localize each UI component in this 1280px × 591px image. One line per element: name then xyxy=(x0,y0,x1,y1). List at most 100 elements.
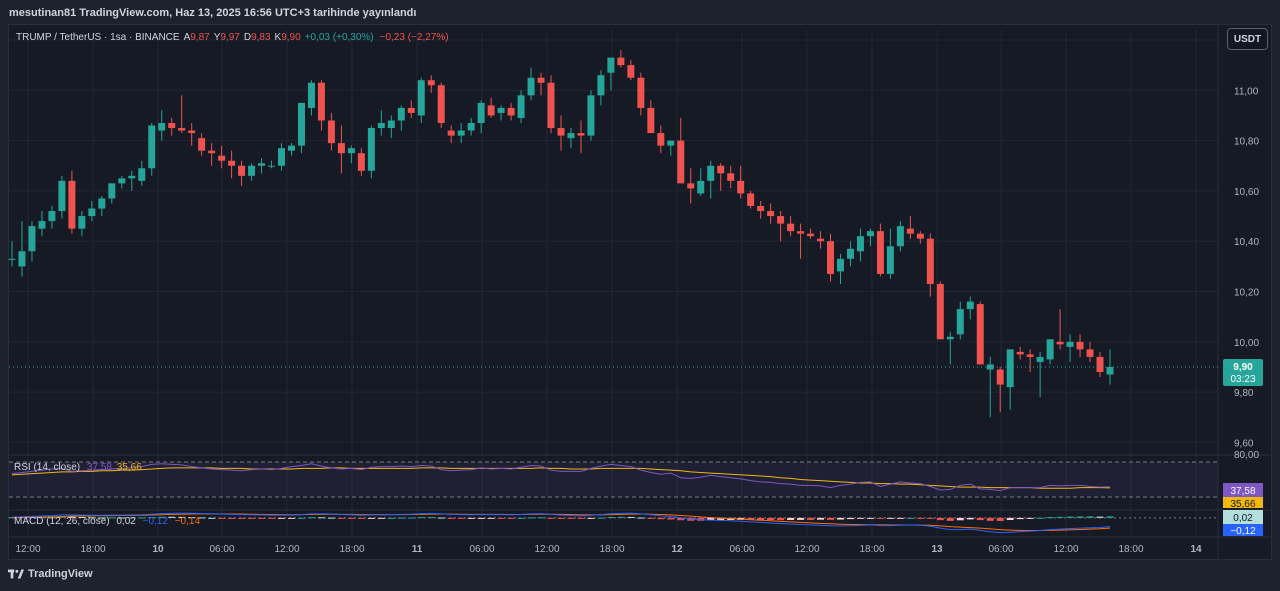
symbol-legend: TRUMP / TetherUS · 1sa · BINANCE A 9,87 Y… xyxy=(16,32,449,43)
macd-value-tag-text: 0,02 xyxy=(1233,513,1253,524)
candle-body xyxy=(836,258,844,272)
price-tick-label: 10,80 xyxy=(1234,137,1259,148)
macd-histogram-bar xyxy=(637,517,645,519)
rsi-band xyxy=(9,462,1218,497)
candle-body xyxy=(128,175,136,179)
macd-histogram-bar xyxy=(906,517,914,519)
macd-histogram-bar xyxy=(567,517,575,519)
candle-body xyxy=(687,183,695,189)
rsi-axis-label: 80,00 xyxy=(1234,450,1259,461)
macd-histogram-bar xyxy=(577,517,585,519)
macd-histogram-bar xyxy=(836,517,844,520)
macd-histogram-bar xyxy=(926,517,934,519)
candle-body xyxy=(916,233,924,239)
time-tick-label: 18:00 xyxy=(599,544,624,555)
candle-body xyxy=(258,163,266,166)
candlestick-chart[interactable]: 11,2011,0010,8010,6010,4010,2010,009,809… xyxy=(0,0,1280,591)
macd-histogram-bar xyxy=(367,517,375,519)
macd-histogram-bar xyxy=(1016,517,1024,520)
time-tick-label: 12:00 xyxy=(15,544,40,555)
close-value: 9,90 xyxy=(281,32,301,43)
time-tick-label: 18:00 xyxy=(859,544,884,555)
candle-body xyxy=(846,248,854,259)
close-key: K xyxy=(274,32,282,43)
candle-body xyxy=(777,216,785,224)
macd-histogram-bar xyxy=(238,517,246,519)
candle-body xyxy=(547,82,555,129)
candle-body xyxy=(228,160,236,166)
macd-histogram-bar xyxy=(387,517,395,519)
candle-body xyxy=(287,145,295,151)
candle-body xyxy=(697,180,705,194)
candle-body xyxy=(1106,366,1114,375)
price-tick-label: 10,40 xyxy=(1234,237,1259,248)
time-tick-label: 12:00 xyxy=(1053,544,1078,555)
macd-histogram-bar xyxy=(1076,516,1084,518)
candle-body xyxy=(357,153,365,171)
macd-histogram-bar xyxy=(218,517,226,519)
macd-histogram-bar xyxy=(517,517,525,519)
candle-body xyxy=(1066,341,1074,347)
macd-histogram-bar xyxy=(547,517,555,519)
candle-body xyxy=(607,57,615,73)
candle-body xyxy=(737,180,745,194)
candle-body xyxy=(557,128,565,136)
macd-histogram-bar xyxy=(397,517,405,519)
candle-body xyxy=(278,148,286,166)
candle-body xyxy=(48,211,56,222)
candle-body xyxy=(427,80,435,86)
macd-histogram-bar xyxy=(228,517,236,519)
macd-histogram-bar xyxy=(487,517,495,519)
candle-body xyxy=(797,231,805,234)
macd-histogram-bar xyxy=(317,517,325,519)
price-tick-label: 10,00 xyxy=(1234,338,1259,349)
macd-histogram-bar xyxy=(936,517,944,521)
price-tick-label: 10,60 xyxy=(1234,187,1259,198)
candle-body xyxy=(188,130,196,134)
candle-body xyxy=(617,57,625,66)
macd-histogram-bar xyxy=(1046,517,1054,519)
candle-body xyxy=(467,123,475,131)
candle-body xyxy=(517,95,525,118)
candle-body xyxy=(1036,356,1044,362)
macd-histogram-bar xyxy=(966,517,974,520)
macd-histogram-bar xyxy=(258,517,266,519)
macd-histogram-bar xyxy=(437,517,445,519)
macd-histogram-bar xyxy=(507,517,515,519)
candle-body xyxy=(98,198,106,209)
macd-legend: MACD (12, 26, close) 0,02 −0,12 −0,14 xyxy=(14,516,200,527)
candle-body xyxy=(88,208,96,217)
candle-body xyxy=(587,95,595,136)
last-price-tag-value: 9,90 xyxy=(1233,362,1253,373)
time-tick-label: 12:00 xyxy=(274,544,299,555)
macd-histogram-bar xyxy=(777,517,785,521)
candle-body xyxy=(377,123,385,129)
candle-body xyxy=(307,82,315,108)
rsi-value: 37,58 xyxy=(86,462,112,473)
candle-body xyxy=(757,206,765,212)
candle-body xyxy=(1086,349,1094,357)
candle-body xyxy=(976,304,984,365)
rsi-ma-tag-text: 35,66 xyxy=(1230,499,1255,510)
candle-body xyxy=(817,238,825,242)
price-tick-label: 9,60 xyxy=(1234,438,1254,449)
candle-body xyxy=(657,133,665,146)
candle-body xyxy=(747,193,755,206)
candle-body xyxy=(268,165,276,167)
candle-body xyxy=(1026,354,1034,357)
candle-body xyxy=(28,226,36,252)
currency-button[interactable]: USDT xyxy=(1227,28,1268,50)
candle-body xyxy=(208,150,216,154)
candle-body xyxy=(497,107,505,113)
candle-body xyxy=(108,183,116,199)
macd-histogram-bar xyxy=(916,517,924,519)
time-tick-label: 06:00 xyxy=(729,544,754,555)
macd-histogram-bar xyxy=(876,517,884,519)
rsi-label: RSI (14, close) xyxy=(14,462,81,473)
macd-histogram-bar xyxy=(807,517,815,520)
symbol-name: TRUMP / TetherUS · 1sa · BINANCE xyxy=(16,32,180,43)
candle-body xyxy=(717,165,725,174)
macd-histogram-bar xyxy=(427,517,435,519)
candle-body xyxy=(727,173,735,181)
macd-histogram-bar xyxy=(1086,516,1094,518)
